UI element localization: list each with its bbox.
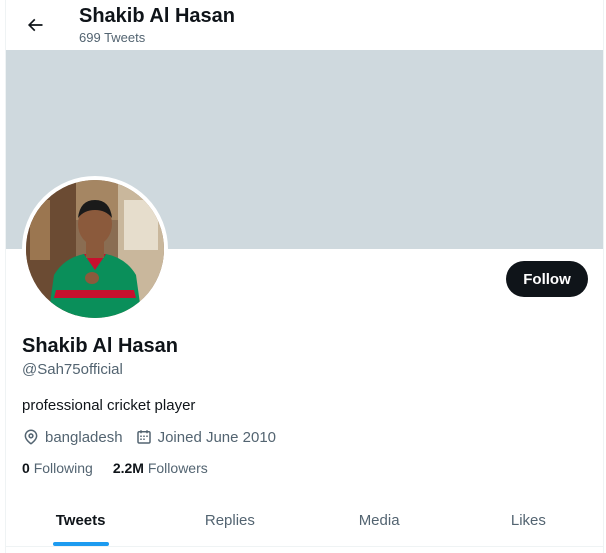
- profile-page: Shakib Al Hasan 699 Tweets Follow Shakib: [5, 0, 604, 553]
- following-link[interactable]: 0 Following: [22, 459, 93, 477]
- followers-link[interactable]: 2.2M Followers: [113, 459, 208, 477]
- tweet-count: 699 Tweets: [79, 30, 146, 45]
- arrow-left-icon: [27, 18, 43, 32]
- follow-stats: 0 Following 2.2M Followers: [22, 459, 228, 477]
- tab-label: Likes: [510, 512, 546, 529]
- profile-name: Shakib Al Hasan: [22, 335, 178, 357]
- join-date: Joined June 2010: [135, 428, 276, 446]
- tab-tweets[interactable]: Tweets: [6, 495, 155, 546]
- location-text: bangladesh: [45, 428, 123, 446]
- followers-count: 2.2M: [112, 460, 144, 476]
- profile-tabs: Tweets Replies Media Likes: [6, 495, 603, 547]
- avatar[interactable]: [22, 176, 168, 322]
- calendar-icon: [136, 430, 151, 444]
- following-label: Following: [33, 460, 93, 476]
- tab-label: Tweets: [55, 512, 106, 529]
- profile-photo: [26, 180, 164, 318]
- location: bangladesh: [22, 428, 123, 446]
- followers-label: Followers: [147, 460, 208, 476]
- profile-bio: professional cricket player: [22, 397, 196, 414]
- tab-label: Replies: [204, 512, 255, 529]
- join-date-text: Joined June 2010: [157, 428, 277, 446]
- top-header: Shakib Al Hasan 699 Tweets: [6, 0, 603, 50]
- header-title: Shakib Al Hasan: [79, 5, 235, 27]
- back-button[interactable]: [18, 8, 52, 42]
- location-pin-icon: [24, 429, 38, 445]
- active-tab-indicator: [52, 542, 109, 546]
- tab-replies[interactable]: Replies: [155, 495, 304, 546]
- following-count: 0: [22, 460, 30, 476]
- tab-label: Media: [358, 512, 400, 529]
- follow-button[interactable]: Follow: [506, 261, 588, 297]
- profile-meta: bangladesh Joined June 2010: [22, 427, 288, 447]
- tab-media[interactable]: Media: [305, 495, 454, 546]
- profile-handle: @Sah75official: [22, 361, 123, 378]
- tab-likes[interactable]: Likes: [454, 495, 603, 546]
